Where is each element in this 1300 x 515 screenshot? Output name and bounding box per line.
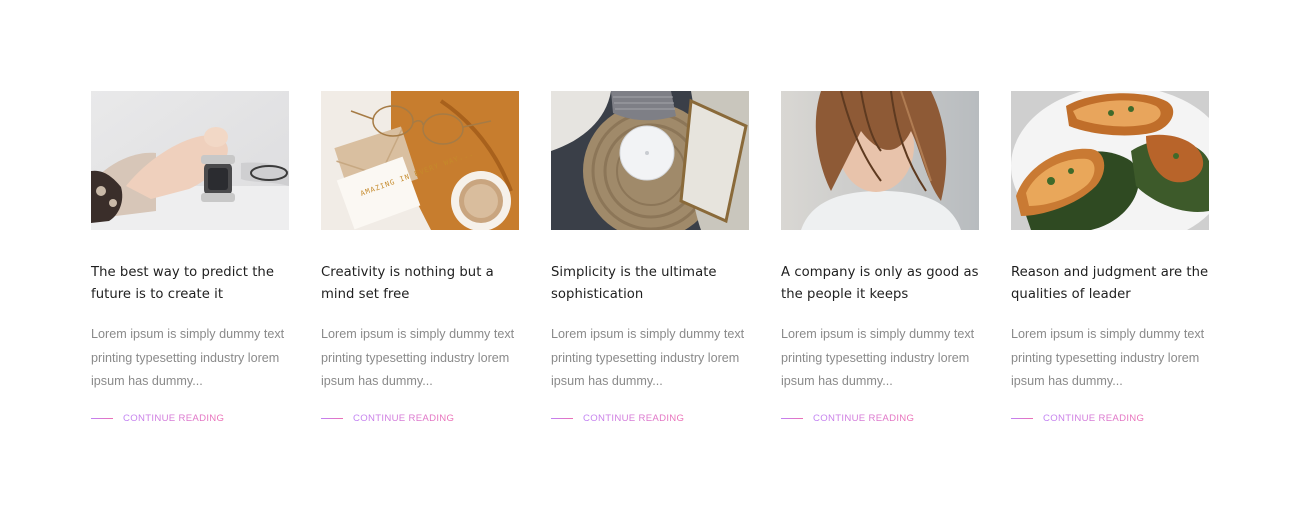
- decorative-line: [1011, 417, 1033, 419]
- post-title[interactable]: Reason and judgment are the qualities of…: [1011, 262, 1209, 306]
- post-image-link[interactable]: [551, 91, 749, 230]
- blog-post-grid: The best way to predict the future is to…: [91, 91, 1209, 424]
- continue-reading-label[interactable]: CONTINUE READING: [123, 413, 224, 424]
- post-title[interactable]: The best way to predict the future is to…: [91, 262, 289, 306]
- post-image-link[interactable]: [781, 91, 979, 230]
- post-excerpt: Lorem ipsum is simply dummy text printin…: [91, 327, 285, 389]
- blog-post-card: A company is only as good as the people …: [781, 91, 979, 424]
- post-excerpt: Lorem ipsum is simply dummy text printin…: [1011, 327, 1205, 389]
- decorative-line: [91, 417, 113, 419]
- post-title[interactable]: A company is only as good as the people …: [781, 262, 979, 306]
- blog-post-card: Simplicity is the ultimate sophisticatio…: [551, 91, 749, 424]
- blog-post-card: Reason and judgment are the qualities of…: [1011, 91, 1209, 424]
- continue-reading-label[interactable]: CONTINUE READING: [353, 413, 454, 424]
- decorative-line: [321, 417, 343, 419]
- continue-reading-label[interactable]: CONTINUE READING: [1043, 413, 1144, 424]
- blog-post-card: AMAZING IN EVERY WAY... Creativity is no…: [321, 91, 519, 424]
- continue-reading-label[interactable]: CONTINUE READING: [813, 413, 914, 424]
- continue-reading-label[interactable]: CONTINUE READING: [583, 413, 684, 424]
- continue-reading-link[interactable]: CONTINUE READING: [91, 413, 289, 424]
- pillow-on-rug-photo: [551, 91, 749, 230]
- post-image-link[interactable]: [91, 91, 289, 230]
- continue-reading-link[interactable]: CONTINUE READING: [321, 413, 519, 424]
- post-title[interactable]: Creativity is nothing but a mind set fre…: [321, 262, 519, 306]
- post-image-link[interactable]: AMAZING IN EVERY WAY...: [321, 91, 519, 230]
- post-excerpt: Lorem ipsum is simply dummy text printin…: [321, 327, 515, 389]
- decorative-line: [781, 417, 803, 419]
- continue-reading-link[interactable]: CONTINUE READING: [781, 413, 979, 424]
- decorative-line: [551, 417, 573, 419]
- woman-hair-over-face-photo: [781, 91, 979, 230]
- hand-holding-smartwatch-photo: [91, 91, 289, 230]
- post-image-link[interactable]: [1011, 91, 1209, 230]
- blog-post-card: The best way to predict the future is to…: [91, 91, 289, 424]
- post-excerpt: Lorem ipsum is simply dummy text printin…: [551, 327, 745, 389]
- bruschetta-plate-photo: [1011, 91, 1209, 230]
- glasses-card-coffee-photo: AMAZING IN EVERY WAY...: [321, 91, 519, 230]
- continue-reading-link[interactable]: CONTINUE READING: [1011, 413, 1209, 424]
- post-excerpt: Lorem ipsum is simply dummy text printin…: [781, 327, 975, 389]
- post-title[interactable]: Simplicity is the ultimate sophisticatio…: [551, 262, 749, 306]
- continue-reading-link[interactable]: CONTINUE READING: [551, 413, 749, 424]
